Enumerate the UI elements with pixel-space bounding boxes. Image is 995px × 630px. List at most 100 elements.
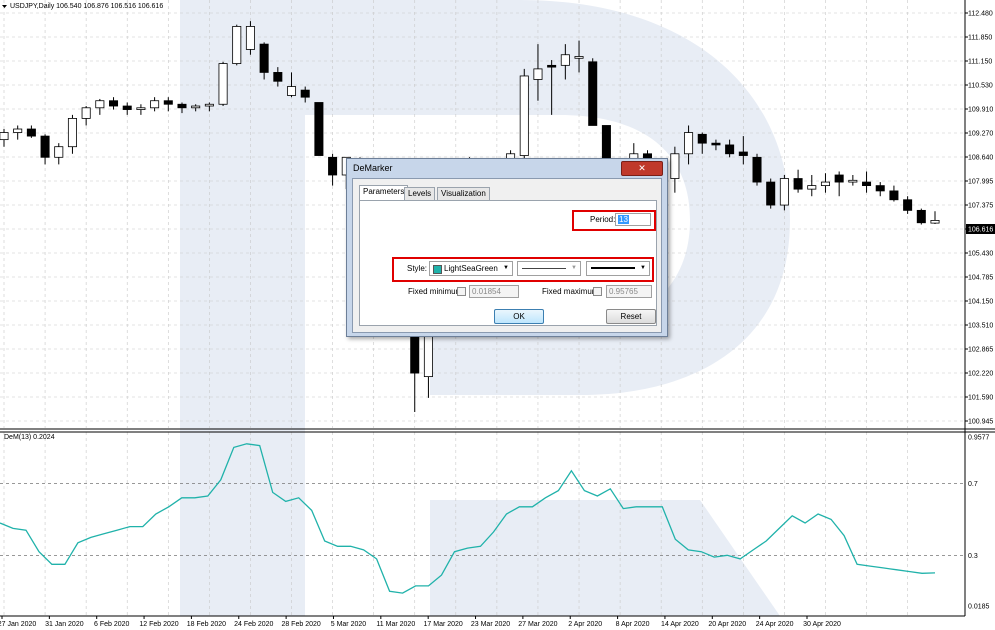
candle-body — [109, 100, 119, 107]
candle-body — [588, 61, 598, 126]
price-label: 102.865 — [968, 347, 993, 354]
candle-body — [300, 89, 310, 98]
candle-body — [26, 128, 36, 137]
candle-body — [766, 181, 776, 206]
symbol-header: USDJPY,Daily 106.540 106.876 106.516 106… — [10, 3, 163, 10]
candle-body — [807, 185, 817, 190]
price-label: 111.150 — [968, 59, 992, 66]
candle-body — [848, 179, 858, 183]
price-label: 103.510 — [968, 323, 993, 330]
parameters-panel: Period: 13 Style: LightSeaGreen ▼ ▼ ▼ Fi… — [359, 200, 657, 326]
candle-body — [328, 156, 338, 176]
candle-body — [903, 199, 913, 211]
fixed-maximum-checkbox[interactable] — [593, 287, 602, 296]
dropdown-triangle-icon[interactable] — [2, 5, 7, 8]
period-highlight-box — [572, 210, 656, 231]
date-label: 24 Apr 2020 — [756, 621, 794, 628]
fixed-maximum-label: Fixed maximum — [542, 287, 599, 296]
date-label: 12 Feb 2020 — [139, 621, 178, 628]
candle-body — [684, 132, 694, 155]
candle-body — [204, 103, 214, 107]
tab-visualization[interactable]: Visualization — [437, 187, 490, 200]
candle-body — [779, 178, 789, 206]
candle-body — [560, 54, 570, 66]
reset-button[interactable]: Reset — [606, 309, 656, 324]
price-label: 109.910 — [968, 107, 993, 114]
candle-body — [314, 102, 324, 156]
candle-body — [519, 75, 529, 156]
fixed-minimum-checkbox[interactable] — [457, 287, 466, 296]
date-label: 28 Feb 2020 — [281, 621, 320, 628]
price-label: 109.270 — [968, 131, 993, 138]
candle-body — [95, 100, 105, 109]
date-label: 23 Mar 2020 — [471, 621, 510, 628]
price-label: 112.480 — [968, 11, 993, 18]
date-label: 31 Jan 2020 — [45, 621, 84, 628]
candle-body — [738, 151, 748, 156]
dialog-body: Parameters Levels Visualization Period: … — [352, 178, 662, 333]
date-label: 6 Feb 2020 — [94, 621, 130, 628]
candle-body — [752, 156, 762, 183]
date-label: 8 Apr 2020 — [616, 621, 650, 628]
candle-body — [163, 100, 173, 105]
price-label: 108.640 — [968, 155, 993, 162]
candle-body — [245, 26, 255, 50]
close-button[interactable]: ✕ — [621, 161, 663, 176]
price-label: 101.590 — [968, 395, 993, 402]
price-label: 105.430 — [968, 251, 993, 258]
indicator-axis-label: 0.9577 — [968, 435, 990, 442]
candle-body — [54, 146, 64, 158]
dialog-title: DeMarker — [353, 163, 393, 173]
candle-body — [670, 153, 680, 179]
tab-levels[interactable]: Levels — [404, 187, 436, 200]
price-label: 107.995 — [968, 179, 993, 186]
indicator-axis-label: 0.7 — [968, 481, 978, 488]
date-label: 27 Jan 2020 — [0, 621, 36, 628]
candle-body — [930, 220, 940, 224]
date-label: 14 Apr 2020 — [661, 621, 699, 628]
price-label: 102.220 — [968, 371, 993, 378]
candle-body — [232, 26, 242, 64]
candle-body — [177, 103, 187, 109]
date-label: 2 Apr 2020 — [568, 621, 602, 628]
demarker-dialog: DeMarker ✕ Parameters Levels Visualizati… — [346, 158, 668, 337]
candle-body — [150, 100, 160, 109]
date-label: 20 Apr 2020 — [708, 621, 746, 628]
candle-body — [889, 190, 899, 201]
indicator-axis-label: 0.0185 — [968, 604, 990, 611]
fixed-maximum-input[interactable]: 0.95765 — [606, 285, 652, 298]
candle-body — [547, 64, 557, 68]
date-label: 17 Mar 2020 — [424, 621, 463, 628]
candle-body — [122, 105, 132, 110]
candle-body — [218, 63, 228, 105]
fixed-minimum-input[interactable]: 0.01854 — [469, 285, 519, 298]
candle-body — [81, 107, 91, 119]
price-label: 111.850 — [968, 35, 992, 42]
tab-parameters[interactable]: Parameters — [359, 185, 409, 201]
price-label: 110.530 — [968, 83, 993, 90]
candle-body — [916, 209, 926, 224]
candle-body — [793, 178, 803, 190]
style-highlight-box — [392, 257, 654, 282]
price-label: 100.945 — [968, 419, 993, 426]
candle-body — [533, 68, 543, 80]
price-label: 107.375 — [968, 203, 993, 210]
candle-body — [0, 132, 9, 141]
price-label: 104.785 — [968, 275, 993, 282]
watermark-shape — [430, 500, 780, 616]
candle-body — [273, 72, 283, 82]
fixed-minimum-label: Fixed minimum — [408, 287, 463, 296]
candle-body — [574, 56, 584, 59]
candle-body — [725, 144, 735, 155]
candle-body — [862, 181, 872, 187]
candle-body — [820, 181, 830, 187]
candle-body — [13, 128, 23, 133]
date-label: 27 Mar 2020 — [518, 621, 557, 628]
candle-body — [136, 107, 146, 110]
candle-body — [67, 118, 77, 148]
date-label: 18 Feb 2020 — [187, 621, 226, 628]
date-label: 5 Mar 2020 — [331, 621, 367, 628]
candle-body — [697, 133, 707, 144]
ok-button[interactable]: OK — [494, 309, 544, 324]
date-label: 24 Feb 2020 — [234, 621, 273, 628]
